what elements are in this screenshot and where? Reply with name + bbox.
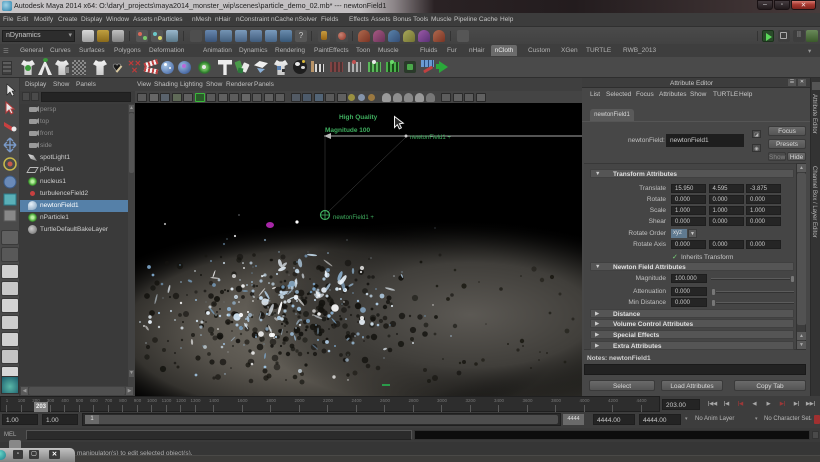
svg-text:newtonField1 +: newtonField1 + <box>410 135 451 141</box>
svg-text:newtonField1 +: newtonField1 + <box>333 215 374 221</box>
svg-text:Magnitude 100: Magnitude 100 <box>325 127 371 134</box>
svg-text:High Quality: High Quality <box>339 114 378 121</box>
